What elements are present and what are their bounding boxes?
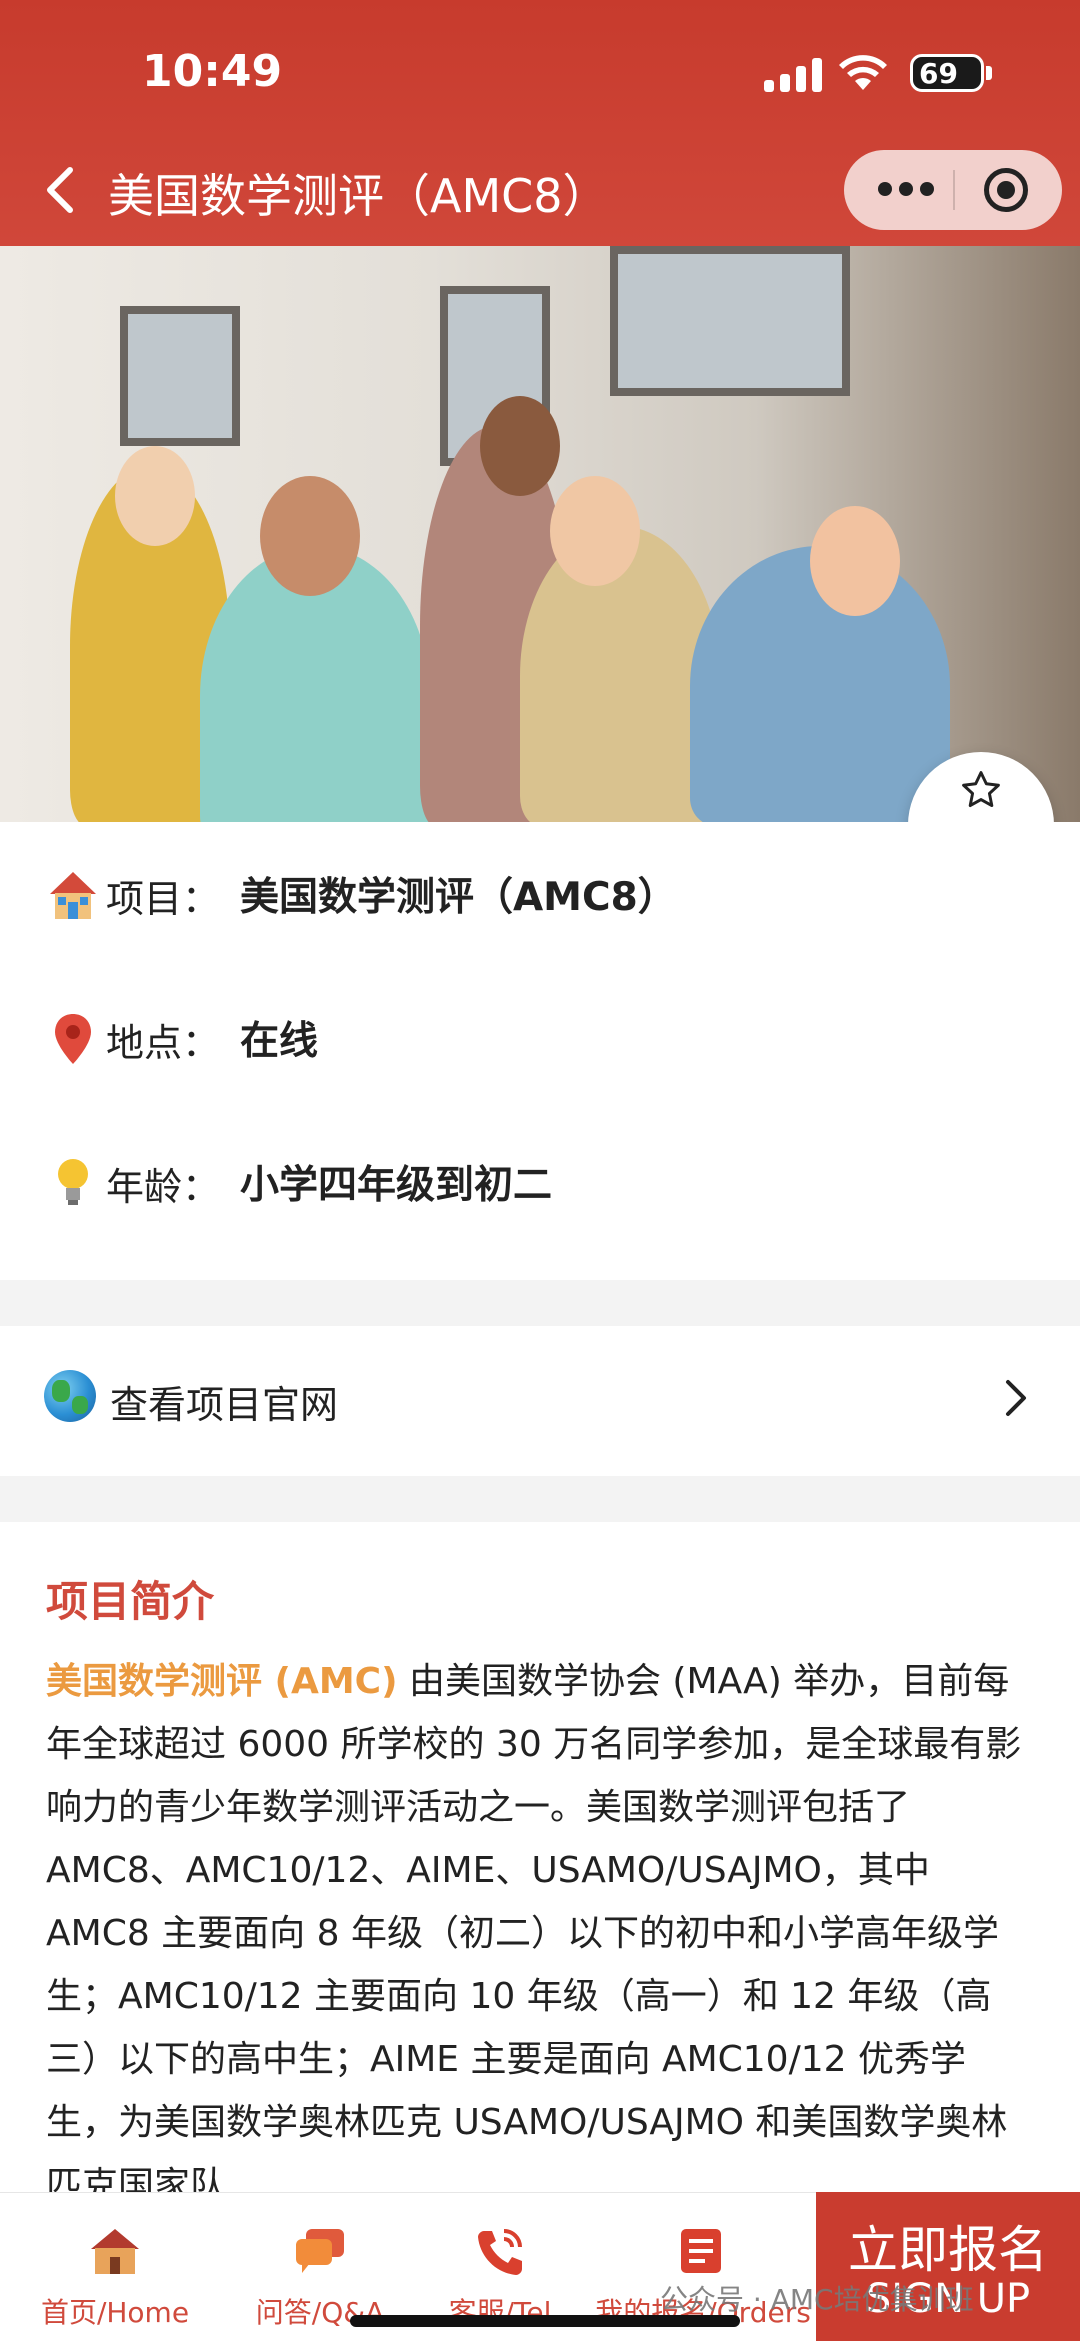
intro-paragraph: 美国数学测评 (AMC) 由美国数学协会 (MAA) 举办，目前每年全球超过 6… bbox=[46, 1650, 1036, 2217]
battery-icon: 69 bbox=[910, 54, 984, 92]
star-icon bbox=[962, 771, 1000, 808]
house-icon bbox=[50, 872, 96, 919]
location-value: 在线 bbox=[240, 1019, 319, 1064]
wifi-icon bbox=[839, 55, 887, 90]
project-info-card: 项目： 美国数学测评（AMC8） 地点： 在线 年龄： 小学四年级到初二 bbox=[0, 822, 1080, 1280]
orders-icon bbox=[681, 2229, 721, 2273]
project-label: 项目： bbox=[106, 877, 221, 921]
page-title: 美国数学测评（AMC8） bbox=[108, 169, 609, 223]
hero-image bbox=[0, 246, 1080, 822]
mini-program-capsule bbox=[844, 150, 1062, 230]
battery-level: 69 bbox=[919, 56, 958, 90]
intro-text: 由美国数学协会 (MAA) 举办，目前每年全球超过 6000 所学校的 30 万… bbox=[46, 1661, 1022, 2206]
watermark: 公众号 · AMC培优集训班 bbox=[660, 2283, 974, 2316]
project-row: 项目： 美国数学测评（AMC8） bbox=[0, 822, 1080, 966]
back-icon[interactable] bbox=[40, 164, 84, 216]
location-pin-icon bbox=[55, 1014, 91, 1064]
more-icon[interactable] bbox=[878, 182, 934, 198]
cellular-signal-icon bbox=[764, 58, 822, 92]
tab-home[interactable]: 首页/Home bbox=[0, 2193, 230, 2341]
tab-home-label: 首页/Home bbox=[40, 2296, 190, 2329]
intro-title: 项目简介 bbox=[46, 1577, 215, 1626]
location-label: 地点： bbox=[106, 1021, 221, 1065]
home-icon bbox=[91, 2229, 139, 2274]
globe-icon bbox=[44, 1370, 96, 1422]
age-row: 年龄： 小学四年级到初二 bbox=[0, 1110, 1080, 1254]
official-site-label: 查看项目官网 bbox=[110, 1383, 339, 1427]
status-bar: 10:49 69 bbox=[0, 44, 1080, 104]
status-time: 10:49 bbox=[142, 46, 283, 97]
battery-tip bbox=[986, 66, 992, 80]
chat-icon bbox=[296, 2229, 344, 2273]
intro-highlight: 美国数学测评 (AMC) bbox=[46, 1661, 398, 1702]
nav-bar: 美国数学测评（AMC8） bbox=[0, 150, 1080, 230]
capsule-divider bbox=[953, 170, 955, 210]
chevron-right-icon bbox=[1006, 1380, 1026, 1416]
location-row: 地点： 在线 bbox=[0, 966, 1080, 1110]
lightbulb-icon bbox=[58, 1159, 88, 1205]
signup-button[interactable]: 立即报名 SIGN UP bbox=[816, 2192, 1080, 2341]
close-mini-program-icon[interactable] bbox=[984, 168, 1028, 212]
phone-icon bbox=[478, 2229, 522, 2275]
age-label: 年龄： bbox=[106, 1165, 221, 1209]
age-value: 小学四年级到初二 bbox=[240, 1163, 553, 1208]
home-indicator bbox=[350, 2315, 740, 2327]
project-value: 美国数学测评（AMC8） bbox=[240, 875, 677, 920]
signup-label-cn: 立即报名 bbox=[848, 2221, 1048, 2279]
header: 10:49 69 美国数学测评（AMC8） bbox=[0, 0, 1080, 246]
official-site-link[interactable]: 查看项目官网 bbox=[0, 1326, 1080, 1476]
